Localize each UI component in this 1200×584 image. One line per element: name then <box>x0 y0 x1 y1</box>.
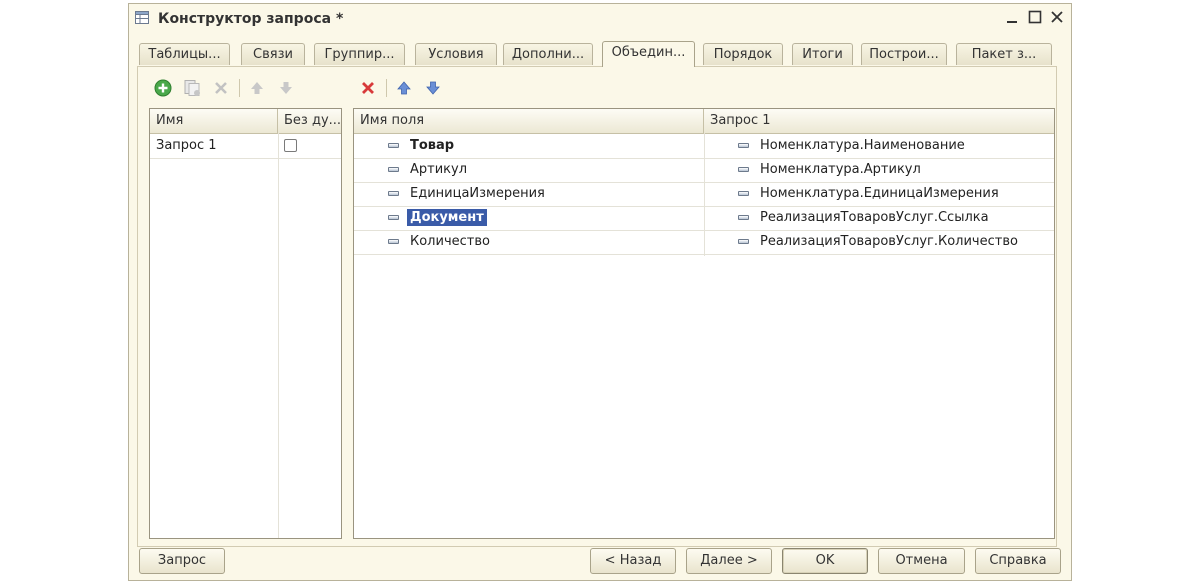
table-row-selected[interactable]: Документ РеализацияТоваровУслуг.Ссылка <box>354 206 1054 231</box>
tab-conditions[interactable]: Условия <box>415 43 497 65</box>
query-button[interactable]: Запрос <box>139 548 225 574</box>
move-up-icon[interactable] <box>246 77 268 99</box>
fields-table: Имя поля Запрос 1 Товар Номенклатура.Наи… <box>353 108 1055 539</box>
tab-grouping[interactable]: Группир... <box>314 43 405 65</box>
queries-table: Имя Без ду... Запрос 1 <box>149 108 342 539</box>
back-button[interactable]: < Назад <box>590 548 676 574</box>
copy-icon[interactable] <box>181 77 203 99</box>
field-icon <box>388 239 399 244</box>
table-icon <box>135 11 149 24</box>
title-bar: Конструктор запроса * <box>129 4 1071 34</box>
field-icon <box>388 143 399 148</box>
source-field-cell[interactable]: Номенклатура.ЕдиницаИзмерения <box>760 182 999 206</box>
column-header-no-duplicates[interactable]: Без ду... <box>278 109 341 133</box>
field-icon <box>738 143 749 148</box>
move-down-icon[interactable] <box>422 77 444 99</box>
delete-icon[interactable] <box>210 77 232 99</box>
tab-builder[interactable]: Построи... <box>861 43 947 65</box>
table-row[interactable]: Количество РеализацияТоваровУслуг.Количе… <box>354 230 1054 255</box>
field-name-cell[interactable]: Документ <box>407 206 487 230</box>
query-name-cell[interactable]: Запрос 1 <box>156 134 217 158</box>
delete-icon[interactable] <box>357 77 379 99</box>
table-row[interactable]: Товар Номенклатура.Наименование <box>354 134 1054 159</box>
field-icon <box>738 191 749 196</box>
move-up-icon[interactable] <box>393 77 415 99</box>
toolbar-separator <box>386 79 387 97</box>
query-builder-window: Конструктор запроса * Таблицы... Связи Г… <box>128 3 1072 581</box>
field-icon <box>738 239 749 244</box>
minimize-icon[interactable] <box>1002 9 1022 29</box>
tab-order[interactable]: Порядок <box>703 43 783 65</box>
tab-batch[interactable]: Пакет з... <box>956 43 1052 65</box>
column-header-name[interactable]: Имя <box>150 109 278 133</box>
tab-links[interactable]: Связи <box>241 43 305 65</box>
table-row[interactable]: Запрос 1 <box>150 134 341 159</box>
help-button[interactable]: Справка <box>975 548 1061 574</box>
tab-totals[interactable]: Итоги <box>792 43 853 65</box>
unions-panel: Имя Без ду... Запрос 1 Имя поля Запрос 1… <box>137 66 1057 547</box>
tab-unions[interactable]: Объедин... <box>602 41 695 67</box>
maximize-icon[interactable] <box>1025 9 1045 29</box>
tab-tables[interactable]: Таблицы... <box>139 43 230 65</box>
no-duplicates-checkbox[interactable] <box>284 139 297 152</box>
column-header-field-name[interactable]: Имя поля <box>354 109 704 133</box>
cancel-button[interactable]: Отмена <box>878 548 965 574</box>
selected-field-name[interactable]: Документ <box>407 209 487 226</box>
close-icon[interactable] <box>1047 9 1067 29</box>
field-name-cell[interactable]: Товар <box>410 134 454 158</box>
table-header: Имя Без ду... <box>150 109 341 134</box>
field-icon <box>388 215 399 220</box>
field-icon <box>738 215 749 220</box>
window-title: Конструктор запроса * <box>158 11 344 27</box>
move-down-icon[interactable] <box>275 77 297 99</box>
no-duplicates-cell <box>278 134 341 158</box>
table-header: Имя поля Запрос 1 <box>354 109 1054 134</box>
toolbar-separator <box>239 79 240 97</box>
tab-strip: Таблицы... Связи Группир... Условия Допо… <box>139 41 1061 67</box>
ok-button[interactable]: OK <box>782 548 868 574</box>
source-field-cell[interactable]: Номенклатура.Артикул <box>760 158 921 182</box>
table-row[interactable]: ЕдиницаИзмерения Номенклатура.ЕдиницаИзм… <box>354 182 1054 207</box>
source-field-cell[interactable]: Номенклатура.Наименование <box>760 134 965 158</box>
source-field-cell[interactable]: РеализацияТоваровУслуг.Ссылка <box>760 206 989 230</box>
field-name-cell[interactable]: ЕдиницаИзмерения <box>410 182 545 206</box>
add-icon[interactable] <box>152 77 174 99</box>
source-field-cell[interactable]: РеализацияТоваровУслуг.Количество <box>760 230 1018 254</box>
column-divider <box>278 133 279 538</box>
next-button[interactable]: Далее > <box>686 548 772 574</box>
field-icon <box>388 191 399 196</box>
queries-toolbar <box>152 77 304 99</box>
column-header-query-1[interactable]: Запрос 1 <box>704 109 1054 133</box>
tab-additional[interactable]: Дополни... <box>503 43 593 65</box>
field-name-cell[interactable]: Количество <box>410 230 490 254</box>
field-name-cell[interactable]: Артикул <box>410 158 467 182</box>
field-icon <box>738 167 749 172</box>
field-icon <box>388 167 399 172</box>
fields-toolbar <box>357 77 451 99</box>
table-row[interactable]: Артикул Номенклатура.Артикул <box>354 158 1054 183</box>
